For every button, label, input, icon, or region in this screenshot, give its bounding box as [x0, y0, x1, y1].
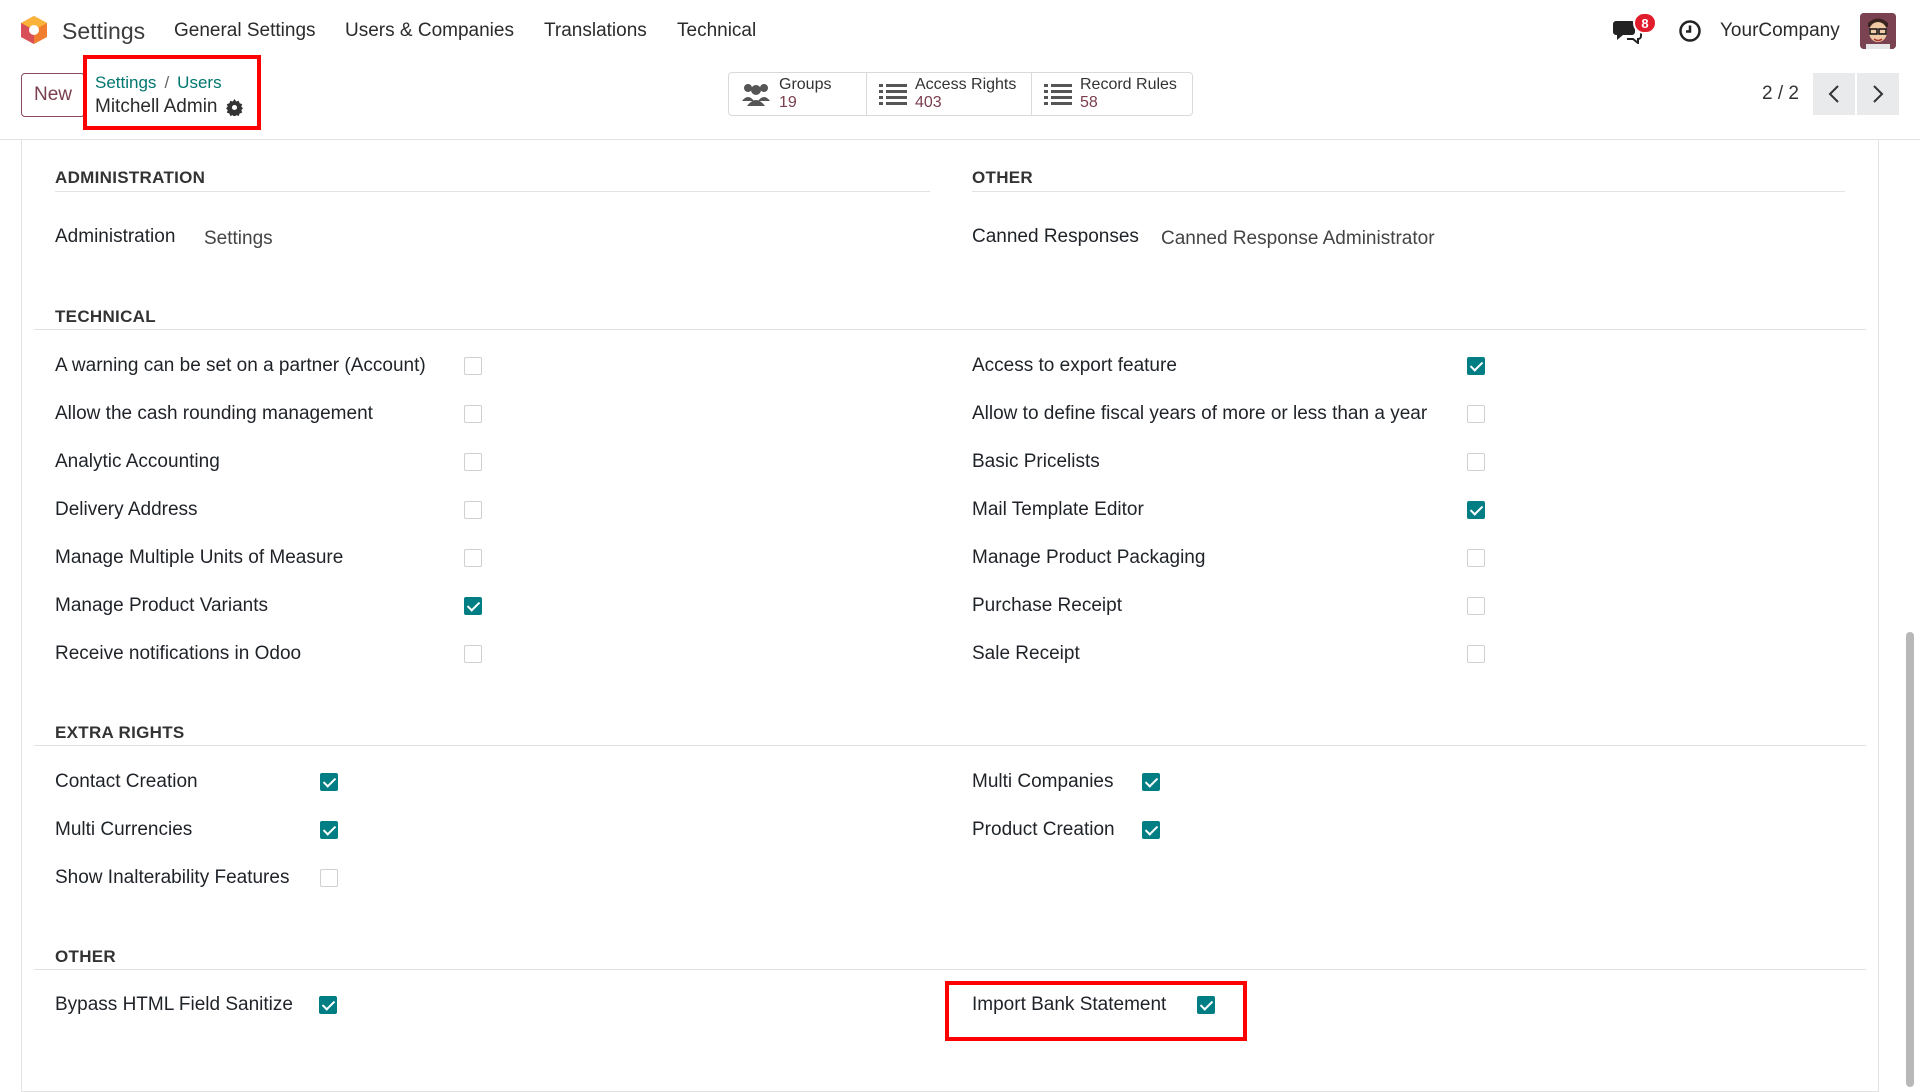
- menu-translations[interactable]: Translations: [544, 20, 647, 42]
- checkbox-contact-creation[interactable]: [320, 773, 338, 791]
- form-sheet: [21, 140, 1879, 1092]
- administration-select[interactable]: Settings: [204, 228, 273, 250]
- section-divider: [34, 745, 1866, 746]
- section-divider: [55, 191, 930, 192]
- section-title-technical: TECHNICAL: [55, 307, 156, 326]
- extra-rights-left-label: Show Inalterability Features: [55, 867, 290, 888]
- menu-general-settings[interactable]: General Settings: [174, 20, 316, 42]
- checkbox-product-packaging[interactable]: [1467, 549, 1485, 567]
- checkbox-partner-warning[interactable]: [464, 357, 482, 375]
- technical-right-label: Manage Product Packaging: [972, 547, 1206, 568]
- checkbox-sale-receipt[interactable]: [1467, 645, 1485, 663]
- technical-left-label: Allow the cash rounding management: [55, 403, 373, 424]
- technical-left-label: Manage Multiple Units of Measure: [55, 547, 344, 568]
- section-divider: [972, 191, 1845, 192]
- section-title-administration: ADMINISTRATION: [55, 168, 206, 187]
- checkbox-bypass-html-sanitize[interactable]: [319, 996, 337, 1014]
- section-title-other: OTHER: [972, 168, 1033, 187]
- users-icon: [742, 84, 770, 106]
- section-divider: [34, 969, 1866, 970]
- new-button[interactable]: New: [21, 73, 85, 117]
- section-divider: [34, 329, 1866, 330]
- highlight-box-import-bank-statement: [945, 981, 1247, 1041]
- technical-right-label: Mail Template Editor: [972, 499, 1144, 520]
- pager-value[interactable]: 2 / 2: [1762, 83, 1799, 105]
- list-icon: [1044, 84, 1072, 105]
- activity-clock-icon[interactable]: [1678, 19, 1702, 43]
- checkbox-basic-pricelists[interactable]: [1467, 453, 1485, 471]
- checkbox-product-variants[interactable]: [464, 597, 482, 615]
- company-switcher[interactable]: YourCompany: [1720, 20, 1840, 42]
- groups-count: 19: [779, 94, 797, 111]
- menu-users-companies[interactable]: Users & Companies: [345, 20, 514, 42]
- other-left-label: Bypass HTML Field Sanitize: [55, 994, 293, 1015]
- list-icon: [879, 84, 907, 105]
- extra-rights-right-label: Product Creation: [972, 819, 1115, 840]
- technical-right-label: Allow to define fiscal years of more or …: [972, 403, 1428, 424]
- technical-left-label: A warning can be set on a partner (Accou…: [55, 355, 426, 376]
- canned-responses-label: Canned Responses: [972, 226, 1139, 247]
- checkbox-cash-rounding[interactable]: [464, 405, 482, 423]
- notification-badge: 8: [1633, 12, 1657, 34]
- user-avatar[interactable]: [1860, 13, 1896, 49]
- groups-smart-button[interactable]: Groups 19: [729, 73, 867, 115]
- extra-rights-left-label: Contact Creation: [55, 771, 198, 792]
- technical-left-label: Manage Product Variants: [55, 595, 268, 616]
- extra-rights-left-label: Multi Currencies: [55, 819, 193, 840]
- checkbox-fiscal-years[interactable]: [1467, 405, 1485, 423]
- checkbox-notifications-odoo[interactable]: [464, 645, 482, 663]
- pager-next-button[interactable]: [1857, 73, 1899, 115]
- administration-label: Administration: [55, 226, 176, 247]
- chevron-right-icon: [1873, 85, 1884, 103]
- checkbox-product-creation[interactable]: [1142, 821, 1160, 839]
- checkbox-export-feature[interactable]: [1467, 357, 1485, 375]
- record-rules-smart-button[interactable]: Record Rules 58: [1032, 73, 1192, 115]
- checkbox-analytic-accounting[interactable]: [464, 453, 482, 471]
- odoo-settings-logo-icon[interactable]: [20, 15, 48, 45]
- checkbox-multi-companies[interactable]: [1142, 773, 1160, 791]
- control-panel: New Settings / Users Mitchell Admin Groups…: [0, 60, 1920, 140]
- access-rights-count: 403: [915, 94, 942, 111]
- technical-left-label: Receive notifications in Odoo: [55, 643, 302, 664]
- technical-left-label: Delivery Address: [55, 499, 198, 520]
- checkbox-units-of-measure[interactable]: [464, 549, 482, 567]
- app-name[interactable]: Settings: [62, 18, 145, 45]
- groups-label: Groups: [779, 76, 832, 93]
- record-rules-label: Record Rules: [1080, 76, 1177, 93]
- chevron-left-icon: [1828, 85, 1839, 103]
- checkbox-purchase-receipt[interactable]: [1467, 597, 1485, 615]
- smart-buttons: Groups 19 Access Rights 403 Record Rules…: [728, 72, 1193, 116]
- section-title-extra-rights: EXTRA RIGHTS: [55, 723, 185, 742]
- technical-right-label: Sale Receipt: [972, 643, 1080, 664]
- technical-right-label: Access to export feature: [972, 355, 1177, 376]
- highlight-box-breadcrumb: [83, 55, 261, 130]
- top-navbar: Settings General Settings Users & Compan…: [0, 0, 1920, 60]
- checkbox-inalterability-features[interactable]: [320, 869, 338, 887]
- section-title-other-bottom: OTHER: [55, 947, 116, 966]
- checkbox-delivery-address[interactable]: [464, 501, 482, 519]
- menu-technical[interactable]: Technical: [677, 20, 756, 42]
- checkbox-multi-currencies[interactable]: [320, 821, 338, 839]
- technical-right-label: Basic Pricelists: [972, 451, 1100, 472]
- scrollbar[interactable]: [1906, 632, 1914, 1087]
- avatar-portrait-icon: [1860, 13, 1896, 49]
- extra-rights-right-label: Multi Companies: [972, 771, 1114, 792]
- technical-right-label: Purchase Receipt: [972, 595, 1122, 616]
- technical-left-label: Analytic Accounting: [55, 451, 220, 472]
- canned-responses-select[interactable]: Canned Response Administrator: [1161, 228, 1435, 250]
- checkbox-mail-template-editor[interactable]: [1467, 501, 1485, 519]
- access-rights-label: Access Rights: [915, 76, 1017, 93]
- record-rules-count: 58: [1080, 94, 1098, 111]
- access-rights-smart-button[interactable]: Access Rights 403: [867, 73, 1032, 115]
- pager-previous-button[interactable]: [1813, 73, 1855, 115]
